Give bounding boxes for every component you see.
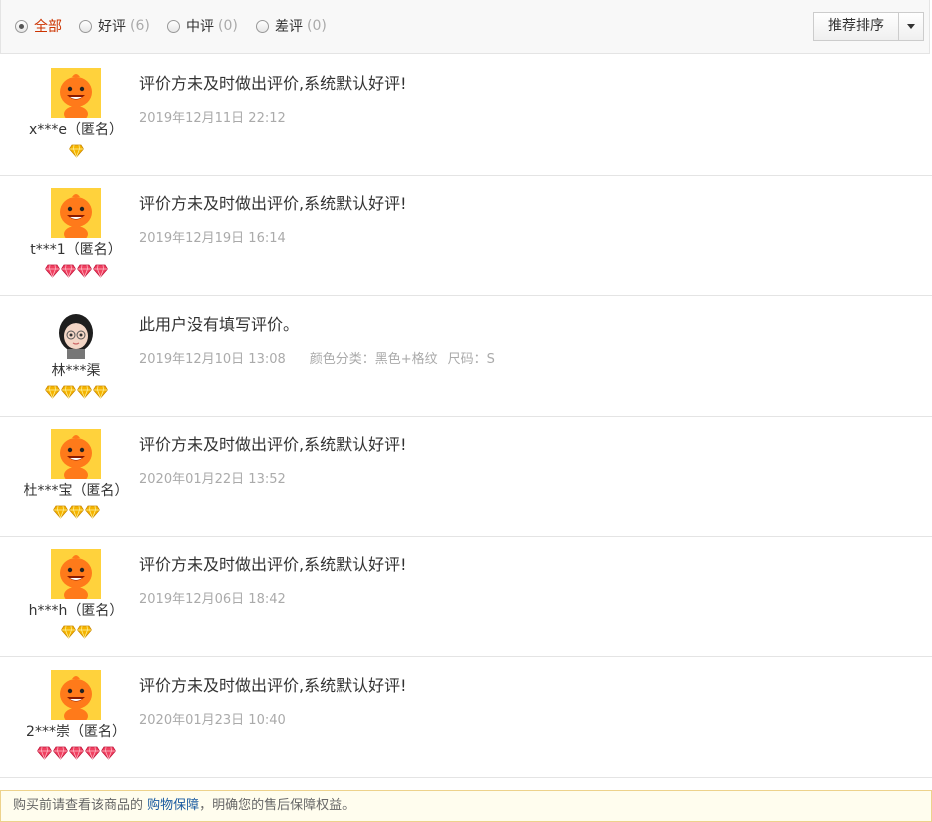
red-heart-icon xyxy=(44,264,60,280)
credit-badges xyxy=(0,746,152,762)
mascot-avatar[interactable] xyxy=(51,68,101,122)
notice-prefix: 购买前请查看该商品的 xyxy=(13,798,148,813)
review-username: 2***崇（匿名） xyxy=(26,723,126,740)
credit-badges xyxy=(0,264,152,280)
shopping-guarantee-link[interactable]: 购物保障 xyxy=(147,798,199,813)
purchase-notice: 购买前请查看该商品的 购物保障，明确您的售后保障权益。 xyxy=(0,790,932,822)
filter-neutral-count: (0) xyxy=(218,18,238,34)
review-meta: 2020年01月23日 10:40 xyxy=(139,709,286,728)
review-item: 杜***宝（匿名） 评价方未及时做出评价,系统默认好评! 2020年01月22日 1… xyxy=(0,417,932,537)
review-item: 林***渠 此用户没有填写评价。 2019年12月10日 13:08 颜色分类：黑色+… xyxy=(0,297,932,417)
radio-bad[interactable] xyxy=(256,19,269,33)
review-content: 评价方未及时做出评价,系统默认好评! xyxy=(139,434,407,454)
filter-neutral[interactable]: 中评 (0) xyxy=(167,16,238,36)
credit-badges xyxy=(0,385,152,401)
review-item: t***1（匿名） 评价方未及时做出评价,系统默认好评! 2019年12月19日 1… xyxy=(0,176,932,297)
filter-good[interactable]: 好评 (6) xyxy=(79,16,150,36)
gold-diamond-icon xyxy=(60,625,76,641)
gold-diamond-icon xyxy=(52,505,68,521)
mascot-avatar[interactable] xyxy=(51,428,101,483)
review-content: 评价方未及时做出评价,系统默认好评! xyxy=(139,74,407,93)
red-heart-icon xyxy=(52,746,68,762)
review-username: x***e（匿名） xyxy=(29,122,123,138)
review-username: t***1（匿名） xyxy=(30,242,122,259)
gold-diamond-icon xyxy=(68,144,84,160)
review-date: 2019年12月19日 16:14 xyxy=(139,231,286,247)
review-sku-color: 颜色分类：黑色+格纹 xyxy=(309,351,438,367)
filter-good-count: (6) xyxy=(130,18,150,34)
red-heart-icon xyxy=(76,264,92,280)
red-heart-icon xyxy=(84,746,100,762)
filter-neutral-label: 中评 xyxy=(186,19,214,35)
review-meta: 2019年12月06日 18:42 xyxy=(139,588,286,607)
gold-diamond-icon xyxy=(44,385,60,401)
filter-good-label: 好评 xyxy=(98,19,126,35)
sort-dropdown[interactable]: 推荐排序 xyxy=(813,12,924,41)
review-meta: 2020年01月22日 13:52 xyxy=(139,468,286,487)
radio-good[interactable] xyxy=(79,19,92,33)
gold-diamond-icon xyxy=(60,385,76,401)
gold-diamond-icon xyxy=(84,505,100,521)
review-content: 评价方未及时做出评价,系统默认好评! xyxy=(139,194,407,214)
review-content: 评价方未及时做出评价,系统默认好评! xyxy=(139,675,407,695)
mascot-avatar[interactable] xyxy=(51,188,101,243)
notice-suffix: ，明确您的售后保障权益。 xyxy=(199,798,356,813)
red-heart-icon xyxy=(100,746,116,762)
gold-diamond-icon xyxy=(68,505,84,521)
mascot-avatar[interactable] xyxy=(51,549,101,604)
review-content: 评价方未及时做出评价,系统默认好评! xyxy=(139,555,407,575)
radio-all[interactable] xyxy=(15,19,28,33)
review-item: x***e（匿名） 评价方未及时做出评价,系统默认好评! 2019年12月11日 2… xyxy=(0,56,932,176)
filter-all-label: 全部 xyxy=(34,19,62,35)
review-item: 2***崇（匿名） 评价方未及时做出评价,系统默认好评! 2020年01月23日 1… xyxy=(0,658,932,778)
radio-neutral[interactable] xyxy=(167,19,180,33)
review-username: 林***渠 xyxy=(51,362,101,379)
filter-bad[interactable]: 差评 (0) xyxy=(256,16,327,36)
review-meta: 2019年12月19日 16:14 xyxy=(139,227,286,246)
girl-avatar[interactable] xyxy=(51,308,101,359)
filter-bad-label: 差评 xyxy=(275,19,303,35)
credit-badges xyxy=(0,625,152,641)
red-heart-icon xyxy=(36,746,52,762)
filter-bad-count: (0) xyxy=(307,18,327,34)
review-username: 杜***宝（匿名） xyxy=(23,482,129,499)
review-sku-size: 尺码：S xyxy=(447,351,495,367)
gold-diamond-icon xyxy=(76,625,92,641)
red-heart-icon xyxy=(68,746,84,762)
review-item: h***h（匿名） 评价方未及时做出评价,系统默认好评! 2019年12月06日 1… xyxy=(0,537,932,658)
review-filter-bar: 全部 好评 (6) 中评 (0) 差评 (0) 推荐排序 xyxy=(0,0,930,54)
review-date: 2019年12月11日 22:12 xyxy=(139,111,286,126)
review-date: 2020年01月22日 13:52 xyxy=(139,471,286,487)
review-content: 此用户没有填写评价。 xyxy=(139,314,300,334)
sort-label[interactable]: 推荐排序 xyxy=(814,13,899,40)
red-heart-icon xyxy=(60,264,76,280)
gold-diamond-icon xyxy=(92,385,108,401)
review-date: 2020年01月23日 10:40 xyxy=(139,712,286,728)
review-date: 2019年12月06日 18:42 xyxy=(139,592,286,608)
review-meta: 2019年12月10日 13:08 颜色分类：黑色+格纹 尺码：S xyxy=(139,348,495,367)
credit-badges xyxy=(0,505,152,521)
mascot-avatar[interactable] xyxy=(51,669,101,724)
gold-diamond-icon xyxy=(76,385,92,401)
review-date: 2019年12月10日 13:08 xyxy=(139,351,286,367)
credit-badges xyxy=(0,144,152,160)
red-heart-icon xyxy=(92,264,108,280)
filter-all[interactable]: 全部 xyxy=(15,16,62,36)
chevron-down-icon[interactable] xyxy=(899,13,923,40)
review-username: h***h（匿名） xyxy=(28,603,124,620)
review-meta: 2019年12月11日 22:12 xyxy=(139,107,286,126)
